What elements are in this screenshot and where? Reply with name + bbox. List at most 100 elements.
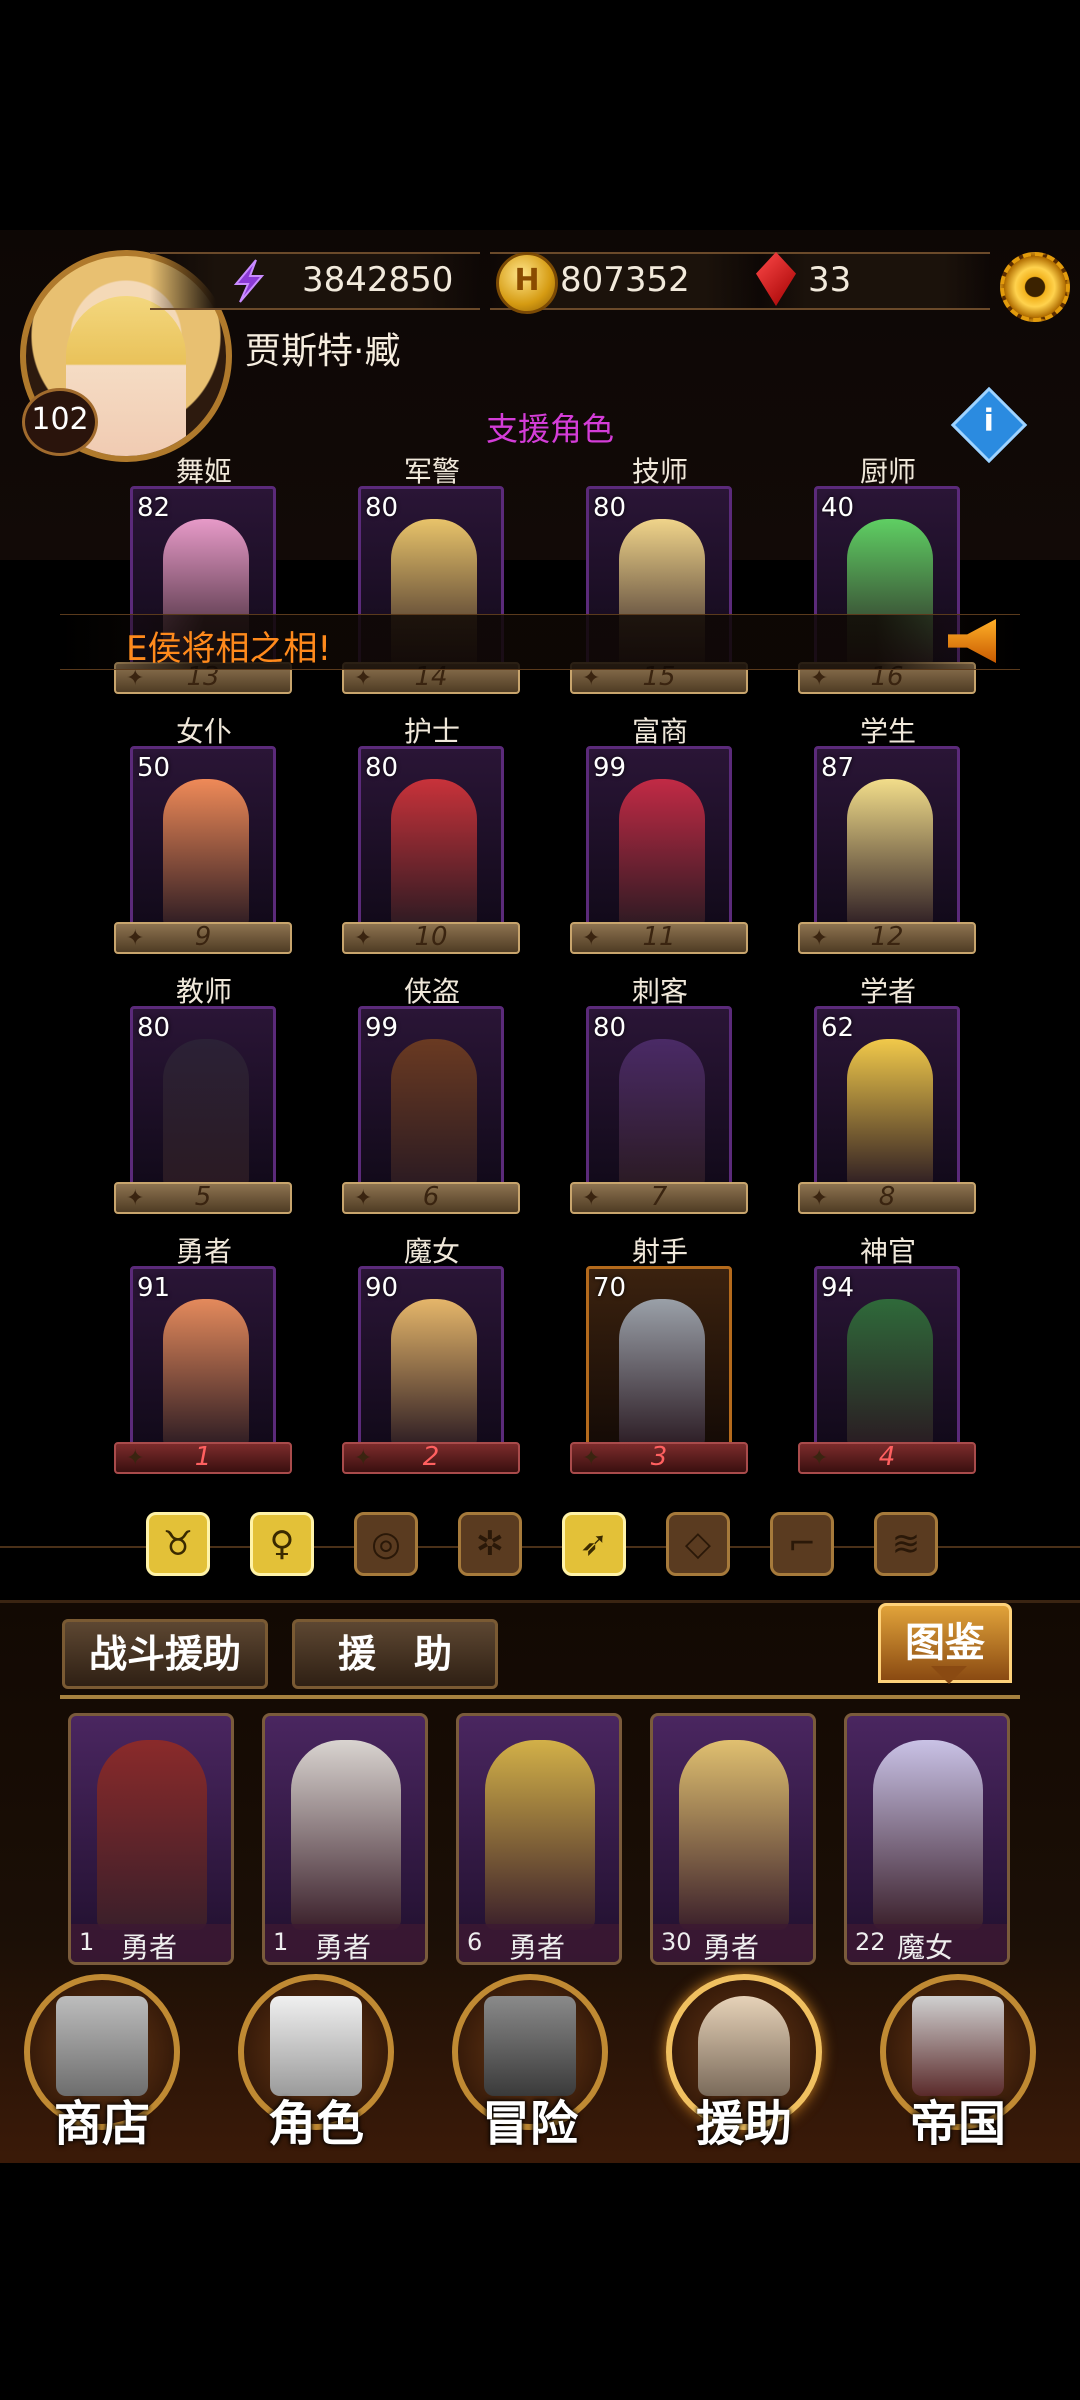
character-figure — [847, 779, 933, 923]
slot-plate: ✦ 4 — [798, 1442, 976, 1474]
nav-character[interactable]: 角色 — [228, 1974, 404, 2152]
gem-icon[interactable]: ◇ — [666, 1512, 730, 1576]
nav-adventure[interactable]: 冒险 — [442, 1974, 618, 2152]
slot-number: 4 — [878, 1442, 896, 1472]
slot-number: 1 — [194, 1442, 212, 1472]
character-role: 富商 — [631, 715, 688, 748]
character-figure — [391, 1039, 477, 1183]
character-role: 刺客 — [631, 975, 688, 1008]
slot-plate: ✦ 2 — [342, 1442, 520, 1474]
character-level: 99 — [365, 1013, 399, 1043]
nav-shop[interactable]: 商店 — [14, 1974, 190, 2152]
character-level: 80 — [593, 493, 627, 523]
slot-plate: ✦ 1 — [114, 1442, 292, 1474]
slot-plate: ✦ 8 — [798, 1182, 976, 1214]
character-figure — [163, 1299, 249, 1443]
character-level: 87 — [821, 753, 855, 783]
assist-girl-icon — [698, 1996, 790, 2096]
character-figure — [163, 1039, 249, 1183]
nav-label: 角色 — [267, 2096, 364, 2152]
character-figure — [847, 1299, 933, 1443]
slot-number: 12 — [870, 922, 904, 952]
slot-number: 2 — [422, 1442, 440, 1472]
character-portrait: 91 — [130, 1266, 276, 1446]
assist-card-count: 1 — [273, 1928, 289, 1956]
character-level: 70 — [593, 1273, 627, 1303]
player-name: 贾斯特·臧 — [245, 331, 401, 372]
power-stat: 3842850 — [150, 252, 480, 310]
assist-card-art — [679, 1740, 789, 1930]
character-level: 94 — [821, 1273, 855, 1303]
character-level: 80 — [137, 1013, 171, 1043]
assist-card[interactable]: 6 勇者 — [456, 1713, 622, 1965]
assist-card-footer: 22 魔女 — [847, 1924, 1007, 1962]
character-portrait: 99 — [358, 1006, 504, 1186]
slot-plate: ✦ 9 — [114, 922, 292, 954]
wheel-icon[interactable]: ✲ — [458, 1512, 522, 1576]
character-level: 40 — [821, 493, 855, 523]
character-portrait: 99 — [586, 746, 732, 926]
megaphone-icon[interactable] — [948, 619, 996, 663]
character-portrait: 70 — [586, 1266, 732, 1446]
character-level: 80 — [365, 753, 399, 783]
settings-gear-icon[interactable] — [1000, 252, 1070, 322]
nav-assist[interactable]: 援助 — [656, 1974, 832, 2152]
tab-battle-assist[interactable]: 战斗援助 — [62, 1619, 268, 1689]
nav-empire[interactable]: 帝国 — [870, 1974, 1046, 2152]
assist-card[interactable]: 1 勇者 — [68, 1713, 234, 1965]
character-level: 62 — [821, 1013, 855, 1043]
assist-card[interactable]: 1 勇者 — [262, 1713, 428, 1965]
character-portrait: 62 — [814, 1006, 960, 1186]
slot-plate: ✦ 12 — [798, 922, 976, 954]
power-value: 3842850 — [302, 260, 454, 300]
assist-card[interactable]: 22 魔女 — [844, 1713, 1010, 1965]
character-role: 厨师 — [859, 455, 916, 488]
character-portrait: 80 — [130, 1006, 276, 1186]
slot-plate: ✦ 5 — [114, 1182, 292, 1214]
character-role: 女仆 — [175, 715, 232, 748]
nav-label: 帝国 — [909, 2096, 1006, 2152]
announcement-banner: E侯将相之相! — [60, 614, 1020, 670]
character-figure — [391, 779, 477, 923]
hooded-figure-icon — [270, 1996, 362, 2096]
character-portrait: 80 — [358, 746, 504, 926]
assist-card-count: 6 — [467, 1928, 483, 1956]
character-figure — [847, 1039, 933, 1183]
assist-card-count: 30 — [661, 1928, 692, 1956]
slot-number: 7 — [650, 1182, 668, 1212]
bottom-navigation: 商店 角色 冒险 援助 帝国 — [0, 1960, 1080, 2160]
gold-coin-icon: H — [496, 252, 558, 314]
slot-plate: ✦ 10 — [342, 922, 520, 954]
bow-icon[interactable]: ➶ — [562, 1512, 626, 1576]
character-portrait: 94 — [814, 1266, 960, 1446]
announcement-text: E侯将相之相! — [126, 629, 332, 669]
tab-assist[interactable]: 援 助 — [292, 1619, 498, 1689]
bull-icon[interactable]: ♉ — [146, 1512, 210, 1576]
slot-plate: ✦ 11 — [570, 922, 748, 954]
gem-value: 33 — [808, 260, 852, 300]
slot-number: 3 — [650, 1442, 668, 1472]
character-role: 侠盗 — [403, 975, 460, 1008]
character-figure — [619, 1299, 705, 1443]
gem-stat: 33 — [760, 252, 990, 310]
target-icon[interactable]: ◎ — [354, 1512, 418, 1576]
silhouette-icon[interactable]: ♀ — [250, 1512, 314, 1576]
character-role: 技师 — [631, 455, 688, 488]
claw-icon[interactable]: ≋ — [874, 1512, 938, 1576]
slot-number: 5 — [194, 1182, 212, 1212]
assist-card-footer: 6 勇者 — [459, 1924, 619, 1962]
character-role: 护士 — [403, 715, 460, 748]
slot-plate: ✦ 7 — [570, 1182, 748, 1214]
character-level: 91 — [137, 1273, 171, 1303]
nav-label: 商店 — [53, 2096, 150, 2152]
class-filter-bar: ♉ ♀ ◎ ✲ ➶ ◇ ⌐ ≋ — [0, 1512, 1080, 1582]
assist-card[interactable]: 30 勇者 — [650, 1713, 816, 1965]
boot-icon[interactable]: ⌐ — [770, 1512, 834, 1576]
character-portrait: 90 — [358, 1266, 504, 1446]
character-level: 80 — [365, 493, 399, 523]
nav-label: 冒险 — [481, 2096, 578, 2152]
assist-card-footer: 1 勇者 — [71, 1924, 231, 1962]
character-role: 魔女 — [403, 1235, 460, 1268]
assist-card-count: 1 — [79, 1928, 95, 1956]
codex-button[interactable]: 图鉴 — [878, 1603, 1012, 1684]
